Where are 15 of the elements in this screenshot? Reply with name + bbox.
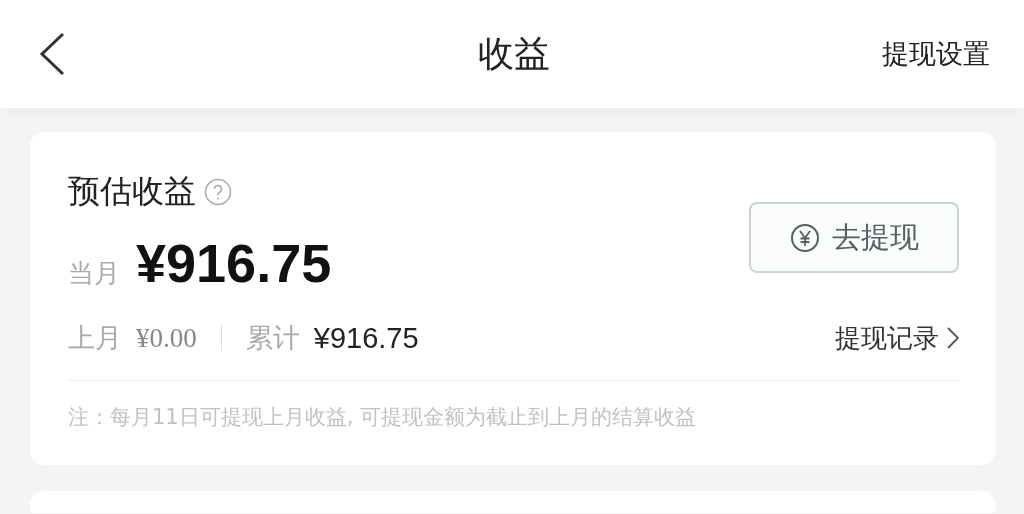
withdraw-settings-button[interactable]: 提现设置: [882, 36, 990, 72]
note-text: 注：每月11日可提现上月收益, 可提现金额为截止到上月的结算收益: [68, 404, 698, 431]
last-month-label: 上月: [68, 321, 122, 355]
card-title: 预估收益: [68, 171, 196, 212]
back-icon: [38, 32, 66, 76]
withdraw-records-link[interactable]: 提现记录: [835, 320, 959, 356]
amount: ¥916.75: [136, 232, 332, 294]
period-label: 当月: [68, 257, 120, 290]
chevron-icon: [947, 327, 959, 349]
total-label: 累计: [245, 321, 300, 355]
withdraw-button[interactable]: 去提现: [749, 202, 959, 273]
last-month-value: ¥0.00: [136, 322, 197, 354]
total-value: ¥916.75: [313, 321, 419, 355]
page-title: 收益: [478, 31, 550, 76]
yen-icon: [789, 222, 820, 253]
